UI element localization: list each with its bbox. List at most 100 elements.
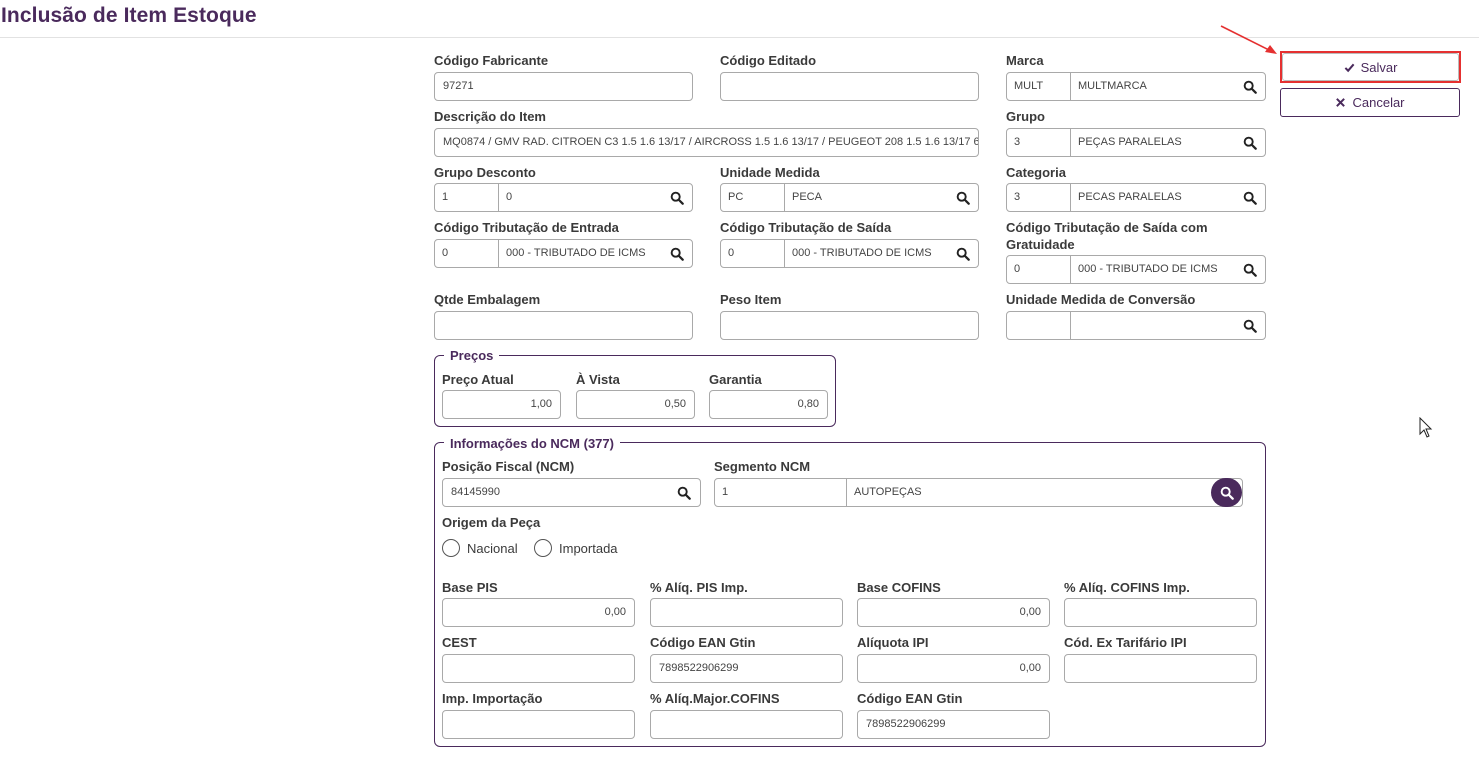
trib-saida-field[interactable]: 0 000 - TRIBUTADO DE ICMS — [720, 239, 979, 268]
descricao-input[interactable]: MQ0874 / GMV RAD. CITROEN C3 1.5 1.6 13/… — [434, 128, 979, 157]
search-icon[interactable] — [956, 247, 970, 261]
origem-nacional-radio[interactable] — [442, 539, 460, 557]
unidade-medida-label: Unidade Medida — [720, 165, 820, 180]
trib-saida-gratuidade-desc: 000 - TRIBUTADO DE ICMS — [1078, 263, 1218, 275]
cest-input[interactable] — [442, 654, 635, 683]
grupo-code[interactable]: 3 — [1007, 129, 1071, 156]
unidade-medida-field[interactable]: PC PECA — [720, 183, 979, 212]
trib-saida-code[interactable]: 0 — [721, 240, 785, 267]
codigo-fabricante-input[interactable]: 97271 — [434, 72, 693, 101]
cest-label: CEST — [442, 635, 477, 650]
ex-tarifario-input[interactable] — [1064, 654, 1257, 683]
search-icon[interactable] — [1243, 263, 1257, 277]
segmento-ncm-code[interactable]: 1 — [715, 479, 847, 506]
origem-importada-label[interactable]: Importada — [559, 540, 618, 557]
ean-gtin-2-input[interactable]: 7898522906299 — [857, 710, 1050, 739]
unidade-conversao-field[interactable] — [1006, 311, 1266, 340]
origem-importada-radio[interactable] — [534, 539, 552, 557]
cursor-icon — [1419, 417, 1433, 438]
garantia-input[interactable]: 0,80 — [709, 390, 828, 419]
aliquota-ipi-input[interactable]: 0,00 — [857, 654, 1050, 683]
base-cofins-input[interactable]: 0,00 — [857, 598, 1050, 627]
search-icon[interactable] — [677, 486, 691, 500]
ean-gtin-label: Código EAN Gtin — [650, 635, 756, 650]
segmento-ncm-desc: AUTOPEÇAS — [854, 486, 922, 498]
trib-saida-gratuidade-label: Código Tributação de Saída com Gratuidad… — [1006, 220, 1208, 252]
qtde-embalagem-input[interactable] — [434, 311, 693, 340]
aliq-major-cofins-input[interactable] — [650, 710, 843, 739]
trib-saida-gratuidade-field[interactable]: 0 000 - TRIBUTADO DE ICMS — [1006, 255, 1266, 284]
check-icon — [1344, 63, 1354, 72]
categoria-code[interactable]: 3 — [1007, 184, 1071, 211]
aliq-cofins-imp-input[interactable] — [1064, 598, 1257, 627]
garantia-label: Garantia — [709, 372, 762, 387]
marca-code[interactable]: MULT — [1007, 73, 1071, 100]
categoria-field[interactable]: 3 PECAS PARALELAS — [1006, 183, 1266, 212]
marca-label: Marca — [1006, 53, 1044, 68]
trib-entrada-label: Código Tributação de Entrada — [434, 220, 619, 235]
segmento-search-button[interactable] — [1211, 478, 1242, 507]
a-vista-label: À Vista — [576, 372, 620, 387]
trib-saida-gratuidade-code[interactable]: 0 — [1007, 256, 1071, 283]
descricao-label: Descrição do Item — [434, 109, 546, 124]
segmento-ncm-field[interactable]: 1 AUTOPEÇAS — [714, 478, 1243, 507]
grupo-field[interactable]: 3 PEÇAS PARALELAS — [1006, 128, 1266, 157]
posicao-fiscal-input[interactable]: 84145990 — [442, 478, 701, 507]
origem-peca-label: Origem da Peça — [442, 515, 541, 530]
segmento-ncm-label: Segmento NCM — [714, 459, 811, 474]
search-icon[interactable] — [1243, 136, 1257, 150]
base-pis-input[interactable]: 0,00 — [442, 598, 635, 627]
save-label: Salvar — [1360, 59, 1398, 75]
trib-entrada-code[interactable]: 0 — [435, 240, 499, 267]
cancel-label: Cancelar — [1352, 95, 1405, 110]
peso-item-input[interactable] — [720, 311, 979, 340]
grupo-label: Grupo — [1006, 109, 1045, 124]
search-icon[interactable] — [670, 247, 684, 261]
trib-entrada-field[interactable]: 0 000 - TRIBUTADO DE ICMS — [434, 239, 693, 268]
aliq-cofins-imp-label: % Alíq. COFINS Imp. — [1064, 580, 1190, 595]
unidade-medida-desc: PECA — [792, 191, 822, 203]
trib-saida-label: Código Tributação de Saída — [720, 220, 892, 235]
unidade-conversao-code[interactable] — [1007, 312, 1071, 339]
grupo-desconto-desc: 0 — [506, 191, 513, 203]
search-icon[interactable] — [1243, 191, 1257, 205]
codigo-editado-input[interactable] — [720, 72, 979, 101]
base-pis-label: Base PIS — [442, 580, 498, 595]
annotation-arrow — [1220, 25, 1277, 54]
save-button[interactable]: Salvar — [1282, 53, 1459, 81]
posicao-fiscal-label: Posição Fiscal (NCM) — [442, 459, 575, 474]
grupo-desc: PEÇAS PARALELAS — [1078, 136, 1182, 148]
qtde-embalagem-label: Qtde Embalagem — [434, 292, 541, 307]
unidade-conversao-desc — [1071, 312, 1235, 339]
imp-importacao-input[interactable] — [442, 710, 635, 739]
trib-entrada-desc: 000 - TRIBUTADO DE ICMS — [506, 247, 646, 259]
ex-tarifario-label: Cód. Ex Tarifário IPI — [1064, 635, 1187, 650]
peso-item-label: Peso Item — [720, 292, 782, 307]
search-icon[interactable] — [1243, 80, 1257, 94]
close-icon — [1336, 98, 1346, 107]
origem-nacional-label[interactable]: Nacional — [467, 540, 518, 557]
search-icon[interactable] — [956, 191, 970, 205]
aliq-pis-imp-label: % Alíq. PIS Imp. — [650, 580, 748, 595]
grupo-desconto-code[interactable]: 1 — [435, 184, 499, 211]
precos-legend: Preços — [444, 347, 500, 364]
page-title: Inclusão de Item Estoque — [1, 4, 257, 27]
unidade-medida-code[interactable]: PC — [721, 184, 785, 211]
cancel-button[interactable]: Cancelar — [1280, 88, 1460, 117]
preco-atual-input[interactable]: 1,00 — [442, 390, 561, 419]
categoria-desc: PECAS PARALELAS — [1078, 191, 1182, 203]
grupo-desconto-field[interactable]: 1 0 — [434, 183, 693, 212]
ean-gtin-2-label: Código EAN Gtin — [857, 691, 963, 706]
base-cofins-label: Base COFINS — [857, 580, 941, 595]
marca-desc: MULTMARCA — [1078, 80, 1147, 92]
trib-saida-desc: 000 - TRIBUTADO DE ICMS — [792, 247, 932, 259]
search-icon[interactable] — [1243, 319, 1257, 333]
ean-gtin-input[interactable]: 7898522906299 — [650, 654, 843, 683]
unidade-conversao-label: Unidade Medida de Conversão — [1006, 292, 1196, 307]
search-icon[interactable] — [670, 191, 684, 205]
aliq-pis-imp-input[interactable] — [650, 598, 843, 627]
categoria-label: Categoria — [1006, 165, 1066, 180]
a-vista-input[interactable]: 0,50 — [576, 390, 695, 419]
marca-field[interactable]: MULT MULTMARCA — [1006, 72, 1266, 101]
aliq-major-cofins-label: % Alíq.Major.COFINS — [650, 691, 780, 706]
